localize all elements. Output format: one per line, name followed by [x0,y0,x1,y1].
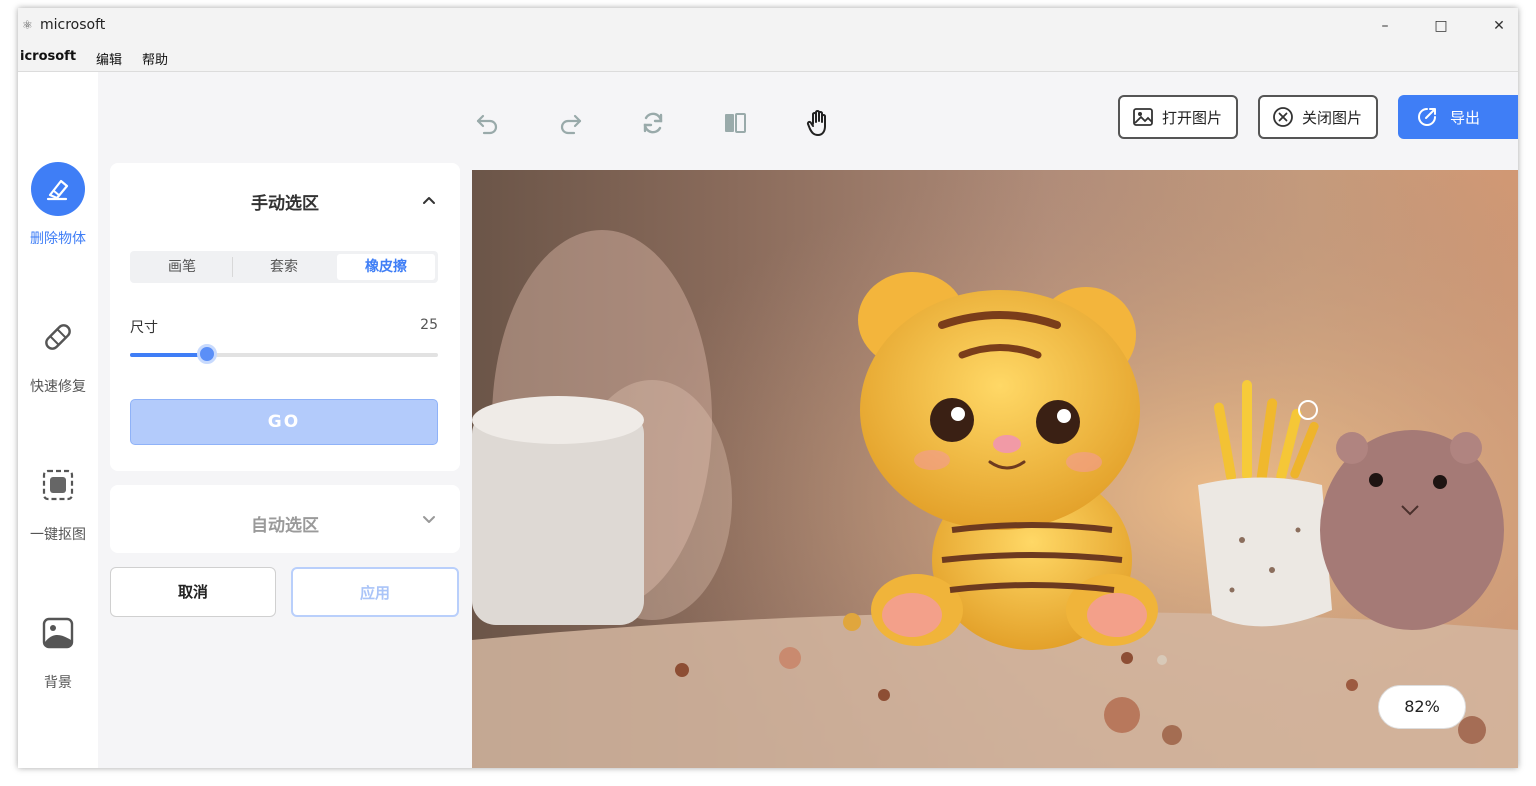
size-value: 25 [420,317,438,333]
tab-eraser[interactable]: 橡皮擦 [337,254,435,280]
background-image-icon [31,606,85,660]
undo-icon [476,114,498,135]
close-image-label: 关闭图片 [1302,108,1363,127]
manual-selection-title: 手动选区 [251,194,319,214]
app-window: ⚛ microsoft – □ ✕ icrosoft 编辑 帮助 删除物体 快速… [18,8,1518,768]
segment-divider [232,257,233,277]
refresh-icon [643,112,663,134]
hand-tool-button[interactable] [802,106,836,140]
rail-item-cutout[interactable]: 一键抠图 [18,458,98,544]
undo-button[interactable] [470,106,504,140]
title-bar: ⚛ microsoft – □ ✕ [18,8,1518,44]
manual-selection-panel: 手动选区 画笔 套索 橡皮擦 尺寸 25 GO [110,163,460,471]
canvas-image [472,170,1518,768]
rail-item-remove-object[interactable]: 删除物体 [18,162,98,248]
menu-help[interactable]: 帮助 [142,49,168,68]
top-toolbar: 打开图片 关闭图片 导出 [98,72,1518,170]
apply-button[interactable]: 应用 [291,567,459,617]
redo-button[interactable] [554,106,588,140]
auto-selection-panel[interactable]: 自动选区 [110,485,460,553]
redo-icon [560,114,582,135]
menu-app[interactable]: icrosoft [20,49,76,64]
close-window-button[interactable]: ✕ [1484,14,1514,38]
export-button[interactable]: 导出 [1398,95,1518,139]
rail-item-quick-fix[interactable]: 快速修复 [18,310,98,396]
chevron-up-icon[interactable] [422,193,436,207]
left-rail: 删除物体 快速修复 一键抠图 背景 [18,72,98,768]
compare-button[interactable] [718,106,752,140]
size-slider-handle[interactable] [197,344,217,364]
image-icon [1133,108,1153,126]
cancel-button[interactable]: 取消 [110,567,276,617]
close-image-button[interactable]: 关闭图片 [1258,95,1378,139]
export-label: 导出 [1450,108,1481,127]
zoom-indicator[interactable]: 82% [1378,685,1466,729]
menu-edit[interactable]: 编辑 [96,49,122,68]
minimize-button[interactable]: – [1370,14,1400,38]
eraser-icon [31,162,85,216]
refresh-button[interactable] [636,106,670,140]
open-image-label: 打开图片 [1162,108,1223,127]
tab-lasso[interactable]: 套索 [235,254,333,280]
rail-item-label: 快速修复 [30,379,86,395]
rail-item-label: 删除物体 [30,231,86,247]
size-slider-fill [130,353,207,357]
cutout-icon [31,458,85,512]
export-icon [1418,108,1436,126]
menu-bar: icrosoft 编辑 帮助 [18,44,1518,72]
app-icon: ⚛ [22,18,33,32]
image-canvas[interactable]: 82% [472,170,1518,768]
maximize-button[interactable]: □ [1426,14,1456,38]
window-title: microsoft [40,17,106,33]
rail-item-background[interactable]: 背景 [18,606,98,692]
chevron-down-icon[interactable] [422,513,436,527]
tab-brush[interactable]: 画笔 [133,254,231,280]
close-circle-icon [1273,107,1293,127]
open-image-button[interactable]: 打开图片 [1118,95,1238,139]
rail-item-label: 一键抠图 [30,527,86,543]
tool-segmented-control: 画笔 套索 橡皮擦 [130,251,438,283]
size-label: 尺寸 [130,320,158,336]
hand-icon [806,110,826,136]
size-slider[interactable] [130,344,438,364]
auto-selection-title: 自动选区 [251,516,319,536]
go-button[interactable]: GO [130,399,438,445]
compare-icon [725,113,746,133]
bandage-icon [31,310,85,364]
rail-item-label: 背景 [44,675,72,691]
